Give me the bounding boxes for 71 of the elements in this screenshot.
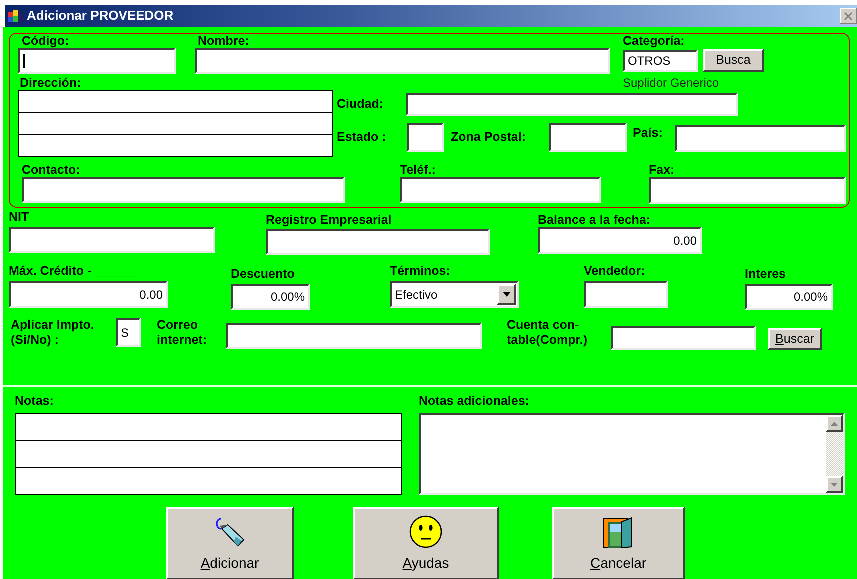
smiley-icon: [409, 515, 443, 549]
dropdown-button[interactable]: [497, 284, 516, 305]
field-label: Contacto:: [22, 163, 82, 177]
salesperson-field[interactable]: [584, 281, 668, 308]
add-button[interactable]: Adicionar: [166, 507, 294, 579]
address-line-field[interactable]: [18, 90, 333, 113]
door-icon: [602, 517, 634, 549]
field-label: Dirección:: [19, 76, 82, 90]
notes-line-field[interactable]: [15, 440, 402, 468]
code-field[interactable]: [18, 48, 176, 74]
help-button[interactable]: Ayudas: [353, 507, 499, 579]
scrollbar[interactable]: [826, 415, 843, 493]
registry-field[interactable]: [266, 229, 490, 255]
interest-field[interactable]: 0.00%: [745, 284, 833, 310]
field-label: Aplicar Impto. (Si/No) :: [11, 318, 96, 348]
field-label: Cuenta con- table(Compr.): [507, 318, 589, 348]
field-label: Código:: [21, 34, 70, 48]
field-label: País:: [633, 125, 664, 137]
balance-field[interactable]: 0.00: [538, 227, 702, 254]
field-label: Zona Postal:: [451, 129, 528, 146]
field-label: Notas adicionales:: [419, 394, 530, 410]
search-button[interactable]: Buscar: [768, 328, 822, 350]
notes-text-area[interactable]: [419, 413, 845, 495]
field-label: NIT: [9, 210, 30, 226]
nit-field[interactable]: [9, 227, 215, 253]
scroll-up-button[interactable]: [826, 415, 843, 432]
fax-field[interactable]: [649, 177, 846, 204]
city-field[interactable]: [406, 93, 738, 116]
field-label: Categoría:: [623, 34, 686, 48]
field-label: Ciudad:: [337, 96, 385, 113]
window-title: Adicionar PROVEEDOR: [27, 7, 174, 26]
field-label: Registro Empresarial: [266, 212, 393, 229]
scroll-down-button[interactable]: [826, 476, 843, 493]
tax-field[interactable]: S: [116, 318, 141, 347]
postal-code-field[interactable]: [549, 123, 627, 152]
cancel-button[interactable]: Cancelar: [552, 507, 685, 579]
phone-field[interactable]: [400, 177, 601, 203]
field-label: Notas:: [15, 394, 55, 410]
notes-line-field[interactable]: [15, 413, 402, 441]
account-field[interactable]: [611, 326, 756, 350]
address-line-field[interactable]: [18, 134, 333, 157]
country-field[interactable]: [675, 125, 846, 152]
field-label: Estado :: [337, 129, 388, 146]
discount-field[interactable]: 0.00%: [231, 284, 310, 310]
search-button[interactable]: Busca: [703, 49, 764, 72]
field-label: Máx. Crédito - ______: [9, 264, 138, 280]
close-button[interactable]: [840, 8, 857, 24]
email-field[interactable]: [226, 323, 482, 349]
arrow-down-icon: [831, 482, 838, 486]
field-label: Correo internet:: [157, 318, 208, 348]
credit-limit-field[interactable]: 0.00: [9, 281, 168, 308]
address-line-field[interactable]: [18, 112, 333, 135]
close-icon: [844, 12, 853, 20]
app-icon: [8, 9, 24, 23]
contact-field[interactable]: [22, 177, 345, 203]
field-label: Términos:: [390, 264, 452, 280]
field-label: Vendedor:: [584, 264, 646, 280]
field-label: Nombre:: [197, 34, 250, 48]
state-field[interactable]: [407, 123, 444, 152]
field-label: Descuento: [231, 266, 296, 283]
field-label: Fax:: [649, 163, 676, 177]
terms-dropdown[interactable]: Efectivo: [390, 281, 519, 308]
field-label: Interes: [745, 266, 787, 283]
category-field[interactable]: OTROS: [623, 50, 698, 72]
name-field[interactable]: [195, 48, 610, 74]
field-label: Teléf.:: [400, 163, 437, 177]
arrow-up-icon: [831, 422, 838, 426]
notes-line-field[interactable]: [15, 467, 402, 495]
category-description: Suplidor Generico: [623, 76, 720, 90]
field-label: Balance a la fecha:: [538, 212, 652, 227]
caret-down-icon: [502, 292, 510, 297]
